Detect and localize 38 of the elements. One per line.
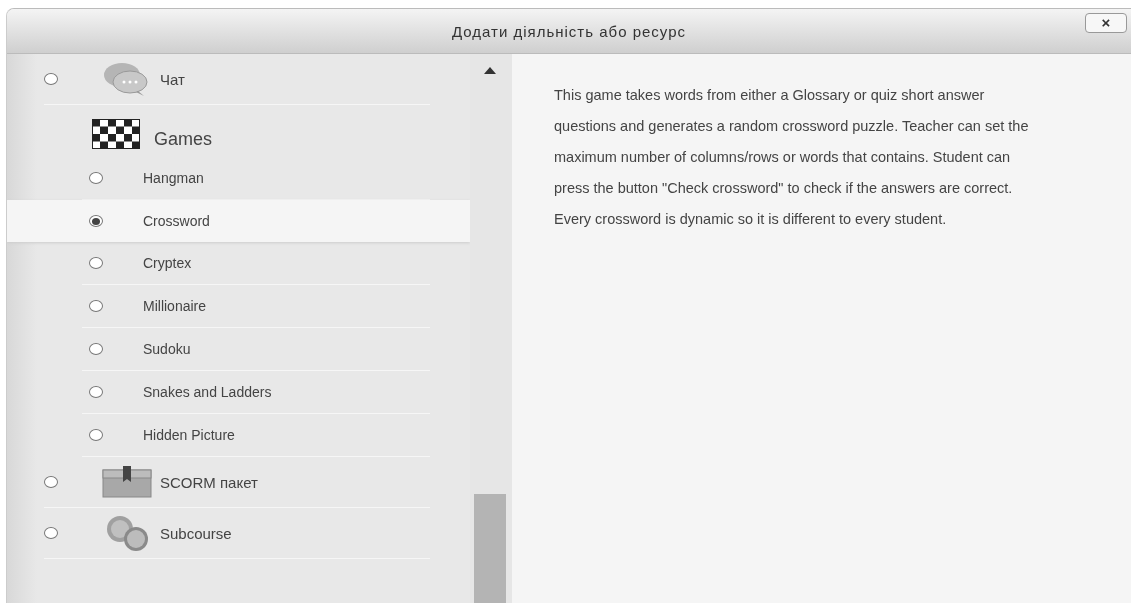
radio-button[interactable]	[89, 300, 103, 312]
module-item[interactable]: SCORM пакет	[44, 457, 430, 508]
module-label: SCORM пакет	[160, 473, 258, 491]
close-button[interactable]: ×	[1085, 13, 1127, 33]
module-item[interactable]: Subcourse	[44, 508, 430, 559]
radio-button[interactable]	[44, 73, 58, 85]
module-item[interactable]: Crossword	[7, 200, 470, 242]
module-item[interactable]: Snakes and Ladders	[82, 371, 430, 414]
radio-button[interactable]	[89, 215, 103, 227]
scroll-up-icon[interactable]	[484, 67, 496, 74]
radio-button[interactable]	[44, 476, 58, 488]
module-item[interactable]: Sudoku	[82, 328, 430, 371]
chessboard-icon	[92, 119, 140, 149]
dialog-title: Додати діяльність або ресурс	[451, 22, 687, 40]
module-item[interactable]: Millionaire	[82, 285, 430, 328]
module-label: Чат	[160, 70, 185, 88]
module-label: Hidden Picture	[143, 427, 235, 443]
module-label: Hangman	[143, 170, 204, 186]
radio-button[interactable]	[89, 429, 103, 441]
radio-button[interactable]	[44, 527, 58, 539]
radio-button[interactable]	[89, 386, 103, 398]
scrollbar-thumb[interactable]	[474, 494, 506, 603]
module-label: Snakes and Ladders	[143, 384, 272, 400]
module-item[interactable]: Cryptex	[82, 242, 430, 285]
description-text: This game takes words from either a Glossary or quiz short answer questions and generates a random crossword puzzle. Teacher can set the maximum number of columns/rows or words that contains. Student can press the button "Check crossword" to check if the answers are correct. Every crossword is dynamic so it is different to every student.	[554, 86, 1029, 229]
radio-button[interactable]	[89, 172, 103, 184]
radio-button[interactable]	[89, 343, 103, 355]
module-label: Sudoku	[143, 341, 191, 357]
box-icon	[102, 466, 152, 498]
radio-button[interactable]	[89, 257, 103, 269]
scrollbar[interactable]	[470, 54, 512, 603]
module-label: Millionaire	[143, 298, 207, 314]
module-label: Subcourse	[160, 524, 232, 542]
module-item[interactable]: Чат	[44, 54, 430, 105]
module-item[interactable]: Hidden Picture	[82, 414, 430, 457]
group-heading: Games	[154, 128, 213, 150]
module-label: Crossword	[143, 213, 210, 229]
module-label: Cryptex	[143, 255, 192, 271]
